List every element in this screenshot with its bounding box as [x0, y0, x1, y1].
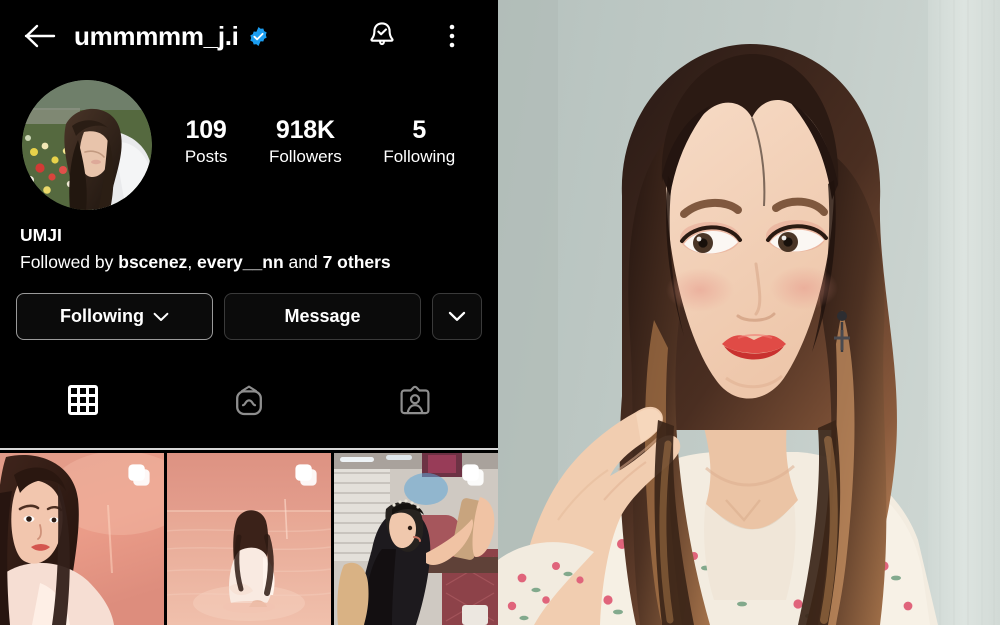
- post-thumbnail[interactable]: [0, 453, 164, 625]
- mutual-follower-2[interactable]: every__nn: [197, 252, 284, 272]
- carousel-icon: [295, 464, 317, 486]
- profile-action-buttons: Following Message: [0, 275, 498, 341]
- post-thumbnail[interactable]: [334, 453, 498, 625]
- profile-bio: UMJI Followed by bscenez, every__nn and …: [0, 212, 498, 275]
- grid-icon: [68, 385, 98, 416]
- more-options-button[interactable]: [432, 293, 482, 341]
- portrait-image: [498, 0, 1000, 625]
- following-button[interactable]: Following: [16, 293, 213, 341]
- followed-by-separator: ,: [187, 252, 198, 273]
- following-button-label: Following: [60, 306, 144, 327]
- sidebar-item-grid tab-grid[interactable]: [0, 372, 166, 428]
- carousel-icon: [128, 464, 150, 486]
- three-dots-vertical-icon: [449, 24, 455, 48]
- followed-by-prefix: Followed by: [20, 252, 119, 273]
- chevron-down-icon: [448, 312, 466, 322]
- message-button[interactable]: Message: [224, 293, 421, 341]
- profile-stats: 109 Posts 918K Followers 5 Following: [152, 116, 476, 174]
- tab-igtv[interactable]: [166, 372, 332, 428]
- screenshot-root: ummmmm_j.i 109 Posts 918K Followers 5 Fo…: [0, 0, 1000, 625]
- posts-grid: [0, 448, 498, 625]
- bell-check-icon: [370, 22, 394, 46]
- followers-label: Followers: [268, 147, 342, 167]
- carousel-icon: [462, 464, 484, 486]
- profile-username: ummmmm_j.i: [74, 20, 239, 51]
- stat-posts[interactable]: 109 Posts: [185, 116, 228, 170]
- verified-icon: [249, 26, 267, 46]
- profile-summary-row: 109 Posts 918K Followers 5 Following: [0, 72, 498, 212]
- stat-following[interactable]: 5 Following: [383, 116, 455, 170]
- post-thumbnail[interactable]: [167, 453, 331, 625]
- followed-by-text[interactable]: Followed by bscenez, every__nn and 7 oth…: [20, 249, 478, 275]
- avatar[interactable]: [22, 80, 152, 210]
- grid-top-divider: [0, 448, 498, 450]
- arrow-left-icon: [24, 24, 56, 48]
- chevron-down-icon: [153, 312, 169, 321]
- side-portrait-photo: [498, 0, 1000, 625]
- profile-full-name: UMJI: [20, 225, 62, 245]
- avatar-image: [22, 80, 152, 210]
- mutual-follower-1[interactable]: bscenez: [118, 252, 187, 272]
- mutual-followers-others[interactable]: 7 others: [323, 252, 391, 272]
- back-button[interactable]: [18, 14, 62, 58]
- posts-label: Posts: [184, 147, 228, 167]
- profile-tabs: [0, 372, 498, 428]
- stat-followers[interactable]: 918K Followers: [269, 116, 342, 170]
- options-menu-button[interactable]: [432, 16, 472, 56]
- followers-count: 918K: [275, 116, 335, 145]
- following-count: 5: [412, 116, 427, 145]
- app-top-bar: ummmmm_j.i: [0, 0, 498, 72]
- instagram-profile-panel: ummmmm_j.i 109 Posts 918K Followers 5 Fo…: [0, 0, 498, 625]
- message-button-label: Message: [284, 306, 361, 327]
- posts-count: 109: [185, 116, 227, 145]
- tagged-person-card-icon: [400, 385, 430, 415]
- tab-tagged[interactable]: [332, 372, 498, 428]
- following-label: Following: [383, 147, 456, 167]
- igtv-icon: [236, 385, 262, 416]
- top-bar-icon-group: [362, 16, 480, 56]
- username-area[interactable]: ummmmm_j.i: [74, 21, 362, 52]
- notifications-button[interactable]: [362, 16, 402, 56]
- followed-by-and: and: [283, 252, 323, 273]
